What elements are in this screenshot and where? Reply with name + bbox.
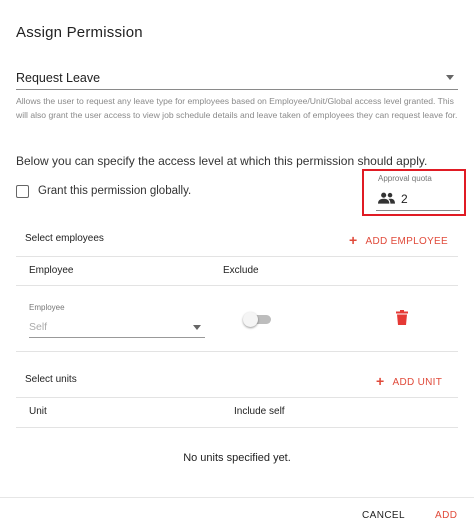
column-header-employee: Employee (29, 265, 74, 276)
grant-globally-checkbox[interactable] (16, 185, 29, 198)
divider (16, 285, 458, 286)
employee-field-label: Employee (29, 303, 65, 312)
divider (16, 351, 458, 352)
delete-icon[interactable] (396, 310, 408, 325)
add-employee-label: ADD EMPLOYEE (365, 236, 448, 247)
add-button[interactable]: ADD (435, 510, 457, 521)
dialog-title: Assign Permission (16, 24, 143, 41)
add-employee-button[interactable]: + ADD EMPLOYEE (349, 231, 448, 248)
grant-globally-label: Grant this permission globally. (38, 185, 192, 197)
plus-icon: + (349, 232, 358, 248)
approval-quota-input[interactable]: 2 (401, 192, 408, 206)
plus-icon: + (376, 373, 385, 389)
permission-select-value: Request Leave (16, 71, 101, 85)
approval-quota-label: Approval quota (378, 174, 432, 183)
toggle-knob (243, 312, 258, 327)
select-units-title: Select units (25, 374, 77, 385)
permission-select[interactable]: Request Leave (16, 66, 458, 90)
divider (16, 256, 458, 257)
exclude-toggle[interactable] (243, 312, 273, 327)
dropdown-arrow-icon (446, 75, 454, 80)
select-employees-title: Select employees (25, 233, 104, 244)
employee-select[interactable]: Self (29, 318, 205, 338)
divider (16, 397, 458, 398)
access-level-description: Below you can specify the access level a… (16, 154, 428, 168)
column-header-exclude: Exclude (223, 265, 259, 276)
column-header-include-self: Include self (234, 406, 285, 417)
no-units-message: No units specified yet. (183, 452, 291, 464)
permission-help-text: Allows the user to request any leave typ… (16, 96, 458, 120)
divider (16, 427, 458, 428)
add-unit-label: ADD UNIT (392, 377, 443, 388)
approval-quota-underline (376, 210, 460, 211)
people-icon (378, 192, 395, 204)
dropdown-arrow-icon (193, 325, 201, 330)
employee-select-value: Self (29, 321, 48, 333)
cancel-button[interactable]: CANCEL (362, 510, 405, 521)
add-unit-button[interactable]: + ADD UNIT (376, 372, 443, 389)
column-header-unit: Unit (29, 406, 47, 417)
footer-divider (0, 497, 474, 498)
